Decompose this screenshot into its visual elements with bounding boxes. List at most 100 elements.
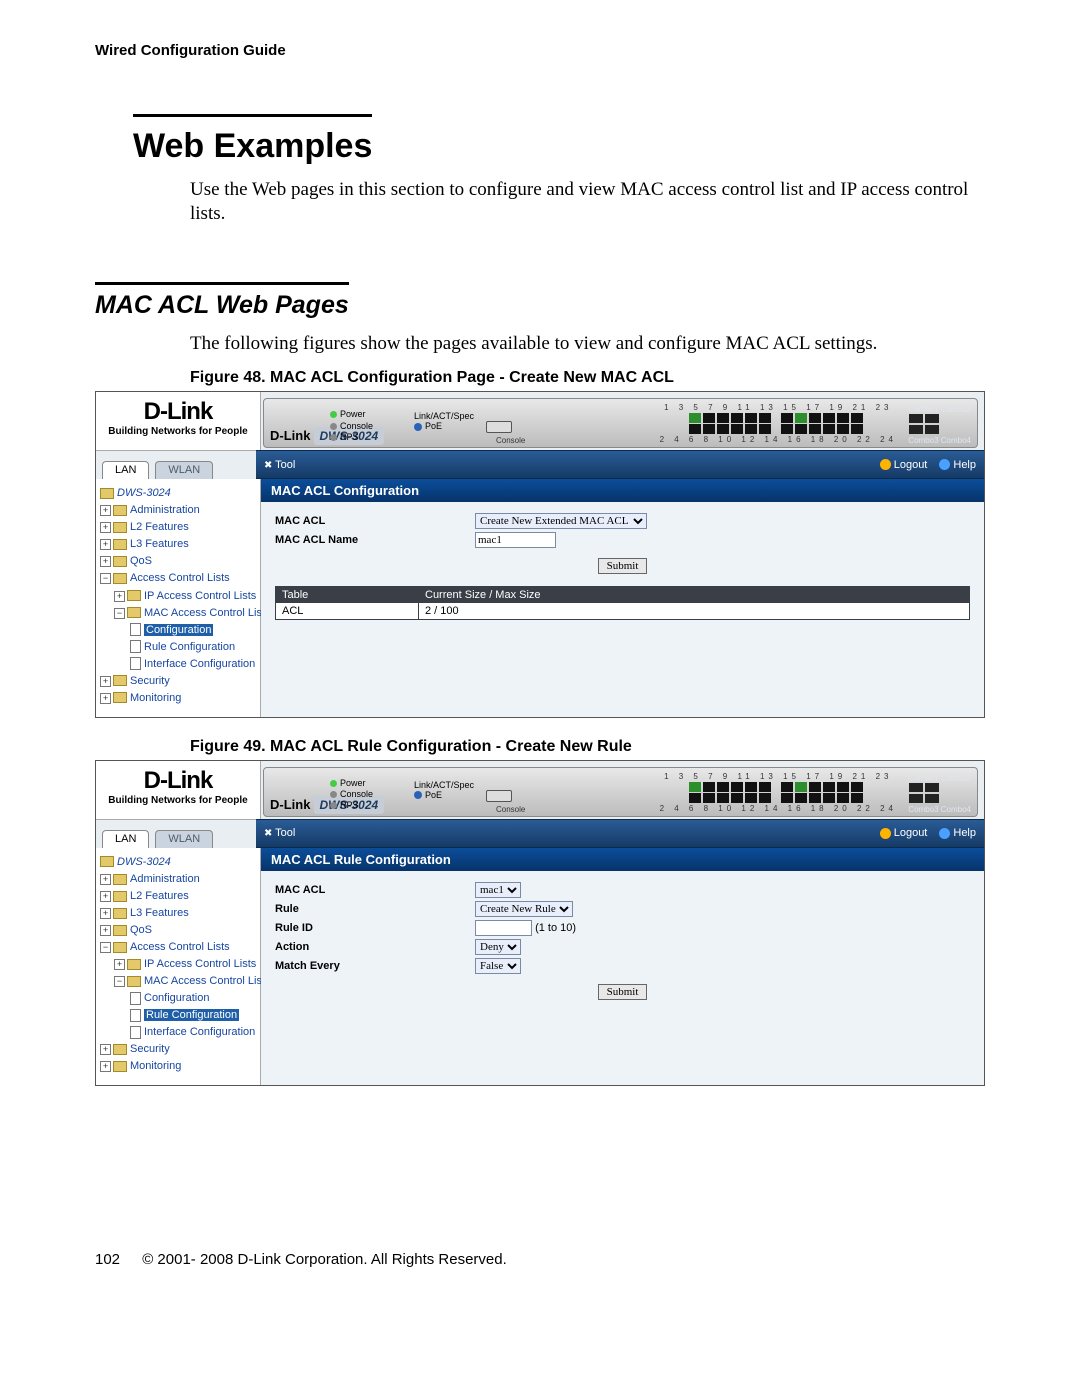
rule-id-hint: (1 to 10) [535, 922, 576, 934]
status-leds: Power Console RPS [330, 409, 373, 443]
figure-49-screenshot: D-Link Building Networks for People D-Li… [95, 760, 985, 1087]
tree-rule-configuration[interactable]: Rule Configuration [98, 1007, 258, 1024]
tree-security[interactable]: +Security [98, 1041, 258, 1058]
mac-acl-label: MAC ACL [275, 884, 475, 896]
tree-root[interactable]: DWS-3024 [98, 854, 258, 871]
device-graphic: D-Link Power Console RPS Link/ACT/Spec P… [263, 767, 978, 817]
tree-ip-acl[interactable]: +IP Access Control Lists [98, 588, 258, 605]
logout-icon [880, 459, 891, 470]
console-label: Console [496, 805, 525, 814]
rule-id-input[interactable] [475, 920, 532, 936]
toolbar: Tool Logout Help [256, 819, 984, 848]
combo-ports: Combo1 Combo2 Combo3 Combo4 [908, 774, 971, 814]
link-poe-leds: Link/ACT/Spec PoE [414, 411, 474, 431]
tool-menu[interactable]: Tool [264, 459, 295, 471]
tree-root[interactable]: DWS-3024 [98, 485, 258, 502]
match-every-select[interactable]: False [475, 958, 521, 974]
tree-rule-configuration[interactable]: Rule Configuration [98, 639, 258, 656]
mac-acl-name-input[interactable] [475, 532, 556, 548]
logout-button[interactable]: Logout [880, 459, 928, 471]
mac-acl-name-label: MAC ACL Name [275, 534, 475, 546]
mac-acl-select[interactable]: mac1 [475, 882, 521, 898]
content-panel: MAC ACL Configuration MAC ACL Create New… [261, 479, 984, 717]
console-port-icon [486, 790, 512, 802]
match-every-label: Match Every [275, 960, 475, 972]
logo-panel: D-Link Building Networks for People [96, 392, 261, 450]
tree-monitoring[interactable]: +Monitoring [98, 690, 258, 707]
tool-menu[interactable]: Tool [264, 827, 295, 839]
brand-logo: D-Link [98, 398, 258, 426]
help-button[interactable]: Help [939, 459, 976, 471]
link-poe-leds: Link/ACT/Spec PoE [414, 780, 474, 800]
rule-id-label: Rule ID [275, 922, 475, 934]
tree-l2-features[interactable]: +L2 Features [98, 519, 258, 536]
submit-button[interactable]: Submit [598, 558, 648, 574]
tree-interface-configuration[interactable]: Interface Configuration [98, 1024, 258, 1041]
tab-wlan[interactable]: WLAN [155, 461, 213, 479]
figure-48-screenshot: D-Link Building Networks for People D-Li… [95, 391, 985, 718]
copyright-text: © 2001- 2008 D-Link Corporation. All Rig… [142, 1251, 507, 1268]
tab-wlan[interactable]: WLAN [155, 830, 213, 848]
section-heading-2-wrap: MAC ACL Web Pages [95, 254, 985, 332]
nav-tree: DWS-3024 +Administration +L2 Features +L… [96, 848, 261, 1086]
console-port-icon [486, 421, 512, 433]
help-button[interactable]: Help [939, 827, 976, 839]
nav-tree: DWS-3024 +Administration +L2 Features +L… [96, 479, 261, 717]
combo-ports: Combo1 Combo2 Combo3 Combo4 [908, 405, 971, 445]
tree-ip-acl[interactable]: +IP Access Control Lists [98, 956, 258, 973]
tree-acl[interactable]: −Access Control Lists [98, 570, 258, 587]
table-cell-name: ACL [276, 603, 419, 619]
body-paragraph: The following figures show the pages ava… [190, 332, 985, 356]
table-row: ACL 2 / 100 [276, 603, 969, 619]
tree-security[interactable]: +Security [98, 673, 258, 690]
document-page: Wired Configuration Guide Web Examples U… [0, 0, 1080, 1298]
action-label: Action [275, 941, 475, 953]
action-select[interactable]: Deny [475, 939, 521, 955]
tree-l3-features[interactable]: +L3 Features [98, 536, 258, 553]
tree-configuration[interactable]: Configuration [98, 990, 258, 1007]
tree-mac-acl[interactable]: −MAC Access Control Lists [98, 605, 258, 622]
section-heading-1: Web Examples [133, 114, 372, 166]
acl-size-table: Table Current Size / Max Size ACL 2 / 10… [275, 586, 970, 620]
status-leds: Power Console RPS [330, 778, 373, 812]
left-tabs: LAN WLAN [96, 819, 256, 848]
console-label: Console [496, 436, 525, 445]
toolbar: Tool Logout Help [256, 450, 984, 479]
tree-acl[interactable]: −Access Control Lists [98, 939, 258, 956]
tab-lan[interactable]: LAN [102, 461, 149, 479]
tree-administration[interactable]: +Administration [98, 871, 258, 888]
tree-monitoring[interactable]: +Monitoring [98, 1058, 258, 1075]
tree-administration[interactable]: +Administration [98, 502, 258, 519]
brand-logo: D-Link [98, 767, 258, 795]
port-grid: 1 3 5 7 9 11 13 15 17 19 21 23 2 4 6 8 1… [656, 772, 897, 814]
logout-button[interactable]: Logout [880, 827, 928, 839]
table-cell-size: 2 / 100 [419, 603, 969, 619]
left-tabs: LAN WLAN [96, 450, 256, 479]
help-icon [939, 828, 950, 839]
page-number: 102 [95, 1251, 120, 1268]
device-graphic: D-Link Power Console RPS Link/ACT/Spec P… [263, 398, 978, 448]
submit-button[interactable]: Submit [598, 984, 648, 1000]
tree-l3-features[interactable]: +L3 Features [98, 905, 258, 922]
rule-select[interactable]: Create New Rule [475, 901, 573, 917]
brand-tagline: Building Networks for People [98, 795, 258, 806]
running-header: Wired Configuration Guide [95, 42, 985, 59]
logo-panel: D-Link Building Networks for People [96, 761, 261, 819]
figure-49-caption: Figure 49. MAC ACL Rule Configuration - … [190, 738, 985, 756]
figure-48-caption: Figure 48. MAC ACL Configuration Page - … [190, 369, 985, 387]
panel-title: MAC ACL Configuration [261, 479, 984, 502]
tree-l2-features[interactable]: +L2 Features [98, 888, 258, 905]
tree-interface-configuration[interactable]: Interface Configuration [98, 656, 258, 673]
mac-acl-label: MAC ACL [275, 515, 475, 527]
tab-lan[interactable]: LAN [102, 830, 149, 848]
tree-qos[interactable]: +QoS [98, 922, 258, 939]
brand-on-device: D-Link [270, 797, 310, 812]
port-grid: 1 3 5 7 9 11 13 15 17 19 21 23 2 4 6 8 1… [656, 403, 897, 445]
intro-paragraph: Use the Web pages in this section to con… [190, 178, 985, 226]
tree-configuration[interactable]: Configuration [98, 622, 258, 639]
mac-acl-select[interactable]: Create New Extended MAC ACL [475, 513, 647, 529]
folder-icon [100, 488, 114, 499]
brand-tagline: Building Networks for People [98, 426, 258, 437]
tree-qos[interactable]: +QoS [98, 553, 258, 570]
tree-mac-acl[interactable]: −MAC Access Control Lists [98, 973, 258, 990]
